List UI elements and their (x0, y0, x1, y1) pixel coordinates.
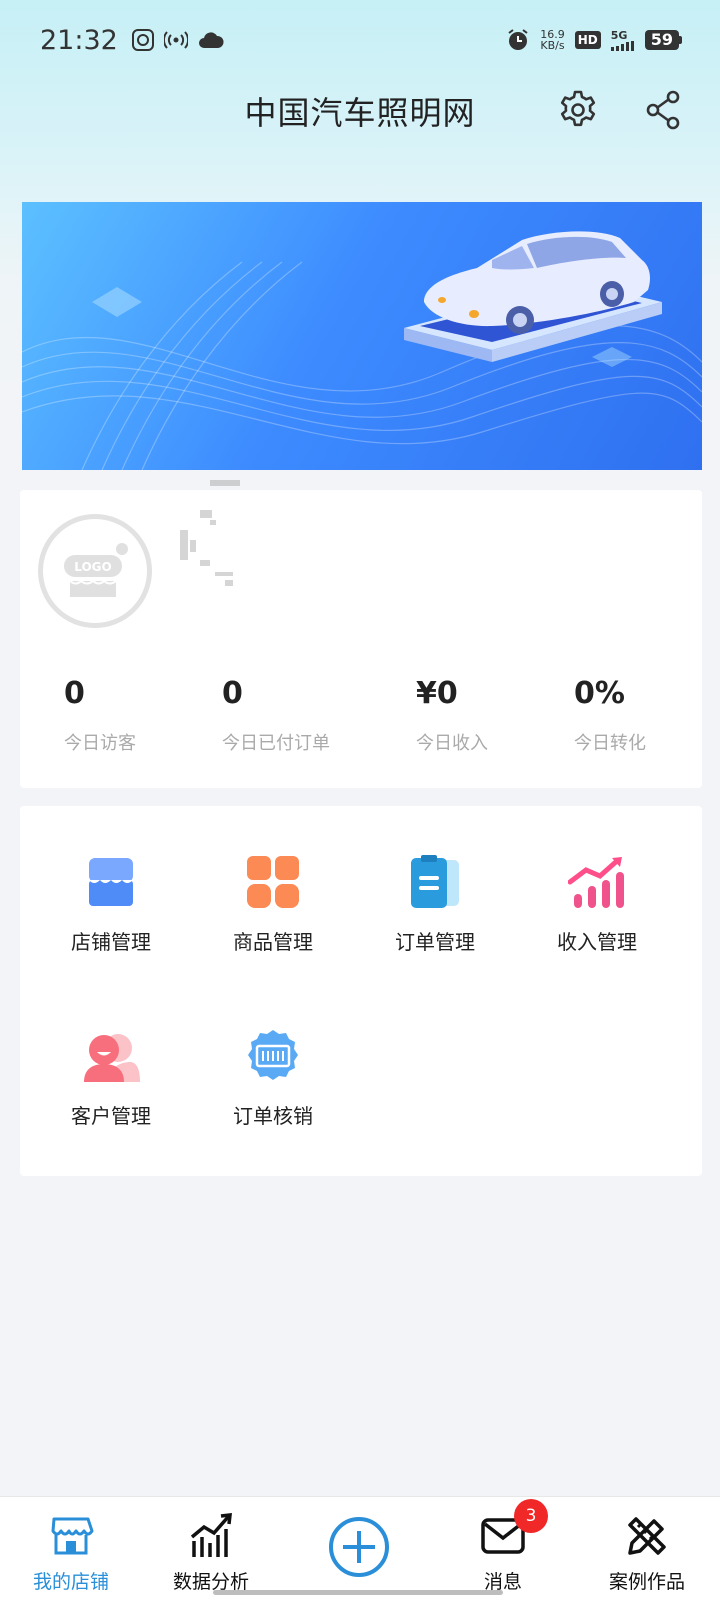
mail-icon: 3 (478, 1499, 548, 1561)
status-bar: 21:32 16.9 KB/s HD 5G 59 (0, 0, 720, 80)
blurred-text-artifact (180, 480, 240, 586)
promo-banner[interactable] (22, 202, 702, 470)
hotspot-icon (163, 30, 188, 50)
network-type-label: 5G (610, 28, 628, 42)
store-logo-text: LOGO (74, 560, 111, 574)
chart-icon (186, 1511, 236, 1561)
status-left: 21:32 (40, 25, 224, 56)
share-button[interactable] (640, 86, 688, 134)
store-management-button[interactable]: 店铺管理 (28, 852, 194, 972)
plus-circle-icon (327, 1515, 391, 1579)
bottom-navigation: 我的店铺 数据分析 3 消息 案例作品 (0, 1496, 720, 1600)
store-logo[interactable]: LOGO (38, 514, 152, 628)
page-title: 中国汽车照明网 (244, 94, 476, 132)
stat-label: 今日收入 (416, 733, 488, 754)
status-right: 16.9 KB/s HD 5G 59 (506, 28, 682, 52)
order-icon (405, 852, 465, 912)
alarm-icon (506, 28, 530, 52)
income-management-button[interactable]: 收入管理 (514, 852, 680, 972)
nav-add-button[interactable] (294, 1515, 424, 1599)
stat-value: 0 (222, 676, 243, 711)
stat-value: 0% (574, 676, 625, 711)
income-icon (567, 852, 627, 912)
stat-value: 0 (64, 676, 85, 711)
network-speed-unit: KB/s (540, 39, 565, 52)
stat-paid-orders[interactable]: 0 今日已付订单 (222, 676, 330, 755)
app-notification-icon (131, 29, 154, 51)
settings-button[interactable] (554, 86, 602, 134)
grid-icon (243, 852, 303, 912)
stat-conversion[interactable]: 0% 今日转化 (574, 676, 646, 755)
stat-label: 今日访客 (64, 733, 136, 754)
store-logo-icon: LOGO (64, 543, 128, 597)
nav-data-analysis[interactable]: 数据分析 (146, 1511, 276, 1595)
func-label: 店铺管理 (71, 930, 151, 954)
gear-icon (560, 90, 596, 127)
battery-indicator: 59 (644, 30, 682, 50)
customer-management-button[interactable]: 客户管理 (28, 1026, 194, 1146)
message-count-badge: 3 (514, 1499, 548, 1533)
func-label: 订单核销 (233, 1104, 313, 1128)
nav-label: 我的店铺 (32, 1571, 109, 1593)
nav-label: 案例作品 (608, 1571, 685, 1593)
app-header: 中国汽车照明网 (0, 78, 720, 142)
customer-icon (81, 1026, 141, 1086)
stat-income[interactable]: ¥0 今日收入 (416, 676, 488, 755)
nav-my-store[interactable]: 我的店铺 (6, 1511, 136, 1595)
signal-bars-icon (610, 40, 634, 51)
nav-case-works[interactable]: 案例作品 (582, 1511, 712, 1595)
func-label: 订单管理 (395, 930, 475, 954)
stat-visitors[interactable]: 0 今日访客 (64, 676, 136, 755)
network-speed: 16.9 KB/s (540, 29, 565, 51)
order-verification-button[interactable]: 订单核销 (190, 1026, 356, 1146)
nav-messages[interactable]: 3 消息 (438, 1499, 568, 1595)
stat-label: 今日转化 (574, 733, 646, 754)
func-label: 客户管理 (71, 1104, 151, 1128)
store-icon (81, 852, 141, 912)
stat-value: ¥0 (416, 676, 458, 711)
status-time: 21:32 (40, 24, 118, 56)
pencil-ruler-icon (622, 1511, 672, 1561)
management-menu-card: 店铺管理 商品管理 订单管理 收入管理 客户管理 订单核销 (20, 806, 702, 1176)
order-management-button[interactable]: 订单管理 (352, 852, 518, 972)
banner-car-illustration (22, 231, 702, 470)
func-label: 收入管理 (557, 930, 637, 954)
signal-indicator: 5G (610, 28, 635, 51)
stat-label: 今日已付订单 (222, 733, 330, 754)
verify-icon (243, 1026, 303, 1086)
home-indicator[interactable] (213, 1590, 503, 1595)
battery-tip (679, 36, 682, 44)
battery-level: 59 (644, 30, 679, 50)
weather-cloud-icon (198, 30, 224, 50)
share-icon (646, 90, 680, 130)
product-management-button[interactable]: 商品管理 (190, 852, 356, 972)
store-summary-card: LOGO 0 今日访客 0 今日已付订单 ¥0 今日收入 0% 今日转化 (20, 480, 702, 788)
store-name-redacted (170, 480, 270, 600)
today-stats: 0 今日访客 0 今日已付订单 ¥0 今日收入 0% 今日转化 (20, 676, 702, 766)
func-label: 商品管理 (233, 930, 313, 954)
store-icon (46, 1511, 96, 1561)
hd-badge: HD (574, 31, 601, 49)
